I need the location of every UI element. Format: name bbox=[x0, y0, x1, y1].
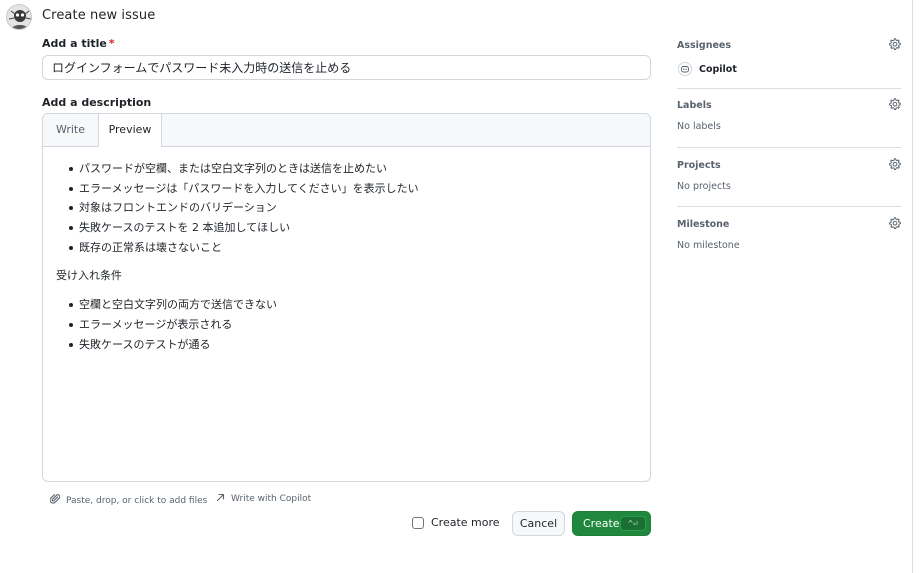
page-title: Create new issue bbox=[42, 8, 156, 23]
projects-heading: Projects bbox=[677, 158, 901, 176]
title-field-label: Add a title * bbox=[42, 37, 115, 50]
gear-icon[interactable] bbox=[888, 98, 901, 114]
title-label-text: Add a title bbox=[42, 37, 107, 50]
create-button[interactable]: Create ^⏎ bbox=[572, 511, 651, 536]
title-input[interactable] bbox=[42, 55, 651, 80]
arrow-up-right-icon bbox=[216, 493, 225, 505]
milestone-label: Milestone bbox=[677, 219, 730, 230]
attach-files-hint[interactable]: Paste, drop, or click to add files bbox=[49, 493, 208, 508]
preview-content: パスワードが空欄、または空白文字列のときは送信を止めたい エラーメッセージは「パ… bbox=[56, 159, 640, 355]
milestone-value: No milestone bbox=[677, 240, 740, 251]
acceptance-heading: 受け入れ条件 bbox=[56, 269, 122, 283]
list-item: 対象はフロントエンドのバリデーション bbox=[56, 198, 640, 218]
sidebar-divider bbox=[677, 206, 901, 207]
milestone-heading: Milestone bbox=[677, 217, 901, 235]
list-item: 既存の正常系は壊さないこと bbox=[56, 238, 640, 258]
milestone-section: Milestone No milestone bbox=[677, 217, 901, 251]
description-editor: Write Preview パスワードが空欄、または空白文字列のときは送信を止め… bbox=[42, 113, 651, 482]
assignees-label: Assignees bbox=[677, 40, 732, 51]
projects-label: Projects bbox=[677, 160, 721, 171]
labels-value: No labels bbox=[677, 121, 721, 132]
tab-preview[interactable]: Preview bbox=[98, 114, 162, 147]
write-with-copilot-label: Write with Copilot bbox=[231, 494, 312, 504]
create-button-label: Create bbox=[583, 517, 620, 530]
gear-icon[interactable] bbox=[888, 38, 901, 54]
list-item: パスワードが空欄、または空白文字列のときは送信を止めたい bbox=[56, 159, 640, 179]
list-item: 失敗ケースのテストが通る bbox=[56, 335, 640, 355]
projects-value: No projects bbox=[677, 181, 731, 192]
projects-section: Projects No projects bbox=[677, 158, 901, 192]
copilot-icon bbox=[678, 62, 692, 76]
cancel-button[interactable]: Cancel bbox=[512, 511, 565, 536]
list-item: 失敗ケースのテストを 2 本追加してほしい bbox=[56, 218, 640, 238]
labels-section: Labels No labels bbox=[677, 98, 901, 132]
requirements-list: パスワードが空欄、または空白文字列のときは送信を止めたい エラーメッセージは「パ… bbox=[56, 159, 640, 257]
assignee-copilot[interactable]: Copilot bbox=[677, 62, 901, 76]
tab-write[interactable]: Write bbox=[43, 114, 98, 146]
create-more-toggle[interactable]: Create more bbox=[412, 516, 500, 529]
avatar[interactable] bbox=[6, 4, 32, 30]
sidebar-divider bbox=[677, 88, 901, 89]
create-more-checkbox[interactable] bbox=[412, 516, 424, 529]
paperclip-icon bbox=[49, 493, 61, 508]
description-label: Add a description bbox=[42, 96, 152, 109]
editor-tab-bar: Write Preview bbox=[43, 114, 650, 147]
keyboard-shortcut-badge: ^⏎ bbox=[620, 516, 646, 531]
sidebar-divider bbox=[677, 147, 901, 148]
list-item: エラーメッセージが表示される bbox=[56, 315, 640, 335]
list-item: 空欄と空白文字列の両方で送信できない bbox=[56, 295, 640, 315]
window-edge-divider bbox=[912, 0, 913, 573]
attach-files-label: Paste, drop, or click to add files bbox=[66, 495, 208, 506]
assignee-name: Copilot bbox=[699, 63, 737, 75]
required-marker: * bbox=[108, 37, 115, 50]
labels-label: Labels bbox=[677, 100, 712, 111]
create-more-label: Create more bbox=[431, 516, 500, 529]
gear-icon[interactable] bbox=[888, 217, 901, 233]
list-item: エラーメッセージは「パスワードを入力してください」を表示したい bbox=[56, 179, 640, 199]
gear-icon[interactable] bbox=[888, 158, 901, 174]
assignees-heading: Assignees bbox=[677, 38, 901, 56]
write-with-copilot-link[interactable]: Write with Copilot bbox=[216, 493, 311, 505]
acceptance-list: 空欄と空白文字列の両方で送信できない エラーメッセージが表示される 失敗ケースの… bbox=[56, 295, 640, 354]
assignees-section: Assignees Copilot bbox=[677, 38, 901, 76]
labels-heading: Labels bbox=[677, 98, 901, 116]
